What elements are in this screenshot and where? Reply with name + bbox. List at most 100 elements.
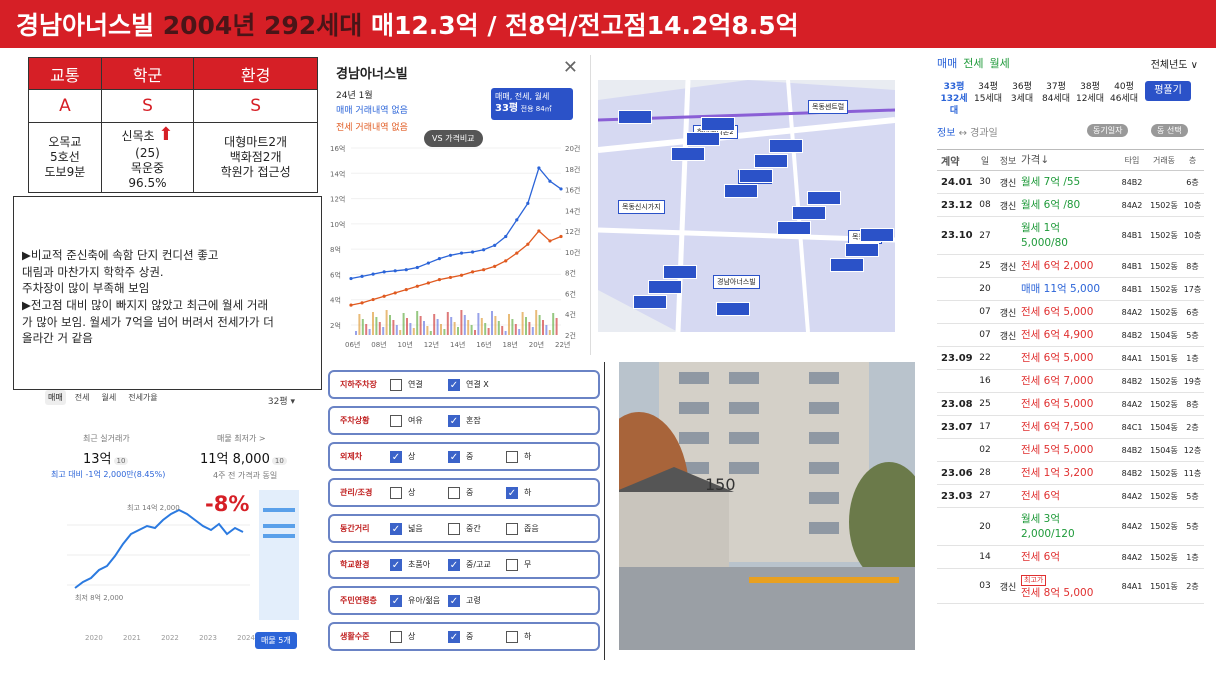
trade-type-select[interactable]: 매매, 전세, 월세 33평 전용 84㎡ <box>491 88 573 120</box>
map-complex-marker[interactable] <box>618 110 652 124</box>
check-option[interactable]: 연결 <box>390 378 448 391</box>
check-option[interactable]: 좁음 <box>506 522 564 535</box>
table-row[interactable]: 23.10 27 월세 1억 5,000/80 84B1 1502동 10층 <box>937 217 1204 255</box>
table-row[interactable]: 25 갱신 전세 6억 2,000 84B1 1502동 8층 <box>937 255 1204 278</box>
close-icon[interactable]: ✕ <box>563 57 578 78</box>
dong-select-pill[interactable]: 동 선택 <box>1151 124 1188 137</box>
map-complex-marker[interactable] <box>792 206 826 220</box>
checkbox[interactable]: ✓ <box>448 594 460 607</box>
listing-count-button[interactable]: 매물 5개 <box>255 632 297 649</box>
checkbox[interactable] <box>506 522 518 535</box>
tab-tx-monthly[interactable]: 월세 <box>990 55 1010 71</box>
tab-tx-sale[interactable]: 매매 <box>937 55 957 71</box>
checkbox[interactable]: ✓ <box>390 522 402 535</box>
table-row[interactable]: 07 갱신 전세 6억 4,900 84B2 1504동 5층 <box>937 324 1204 347</box>
map-complex-marker[interactable] <box>633 295 667 309</box>
pyeong-tab[interactable]: 38평 12세대 <box>1073 81 1107 117</box>
map-complex-marker[interactable] <box>701 117 735 131</box>
check-option[interactable]: ✓ 중 <box>448 450 506 463</box>
check-option[interactable]: 중 <box>448 486 506 499</box>
map-complex-marker[interactable] <box>671 147 705 161</box>
table-row[interactable]: 23.12 08 갱신 월세 6억 /80 84A2 1502동 10층 <box>937 194 1204 217</box>
tab-tx-jeonse[interactable]: 전세 <box>963 55 983 71</box>
check-option[interactable]: 중간 <box>448 522 506 535</box>
pyeong-tab[interactable]: 36평 3세대 <box>1005 81 1039 117</box>
check-option[interactable]: ✓ 넓음 <box>390 522 448 535</box>
map-complex-marker[interactable] <box>648 280 682 294</box>
checkbox[interactable] <box>448 522 460 535</box>
map-complex-marker[interactable] <box>777 221 811 235</box>
checkbox[interactable]: ✓ <box>506 486 518 499</box>
table-row[interactable]: 23.06 28 전세 1억 3,200 84B2 1502동 11층 <box>937 462 1204 485</box>
table-row[interactable]: 23.09 22 전세 6억 5,000 84A1 1501동 1층 <box>937 347 1204 370</box>
table-row[interactable]: 24.01 30 갱신 월세 7억 /55 84B2 6층 <box>937 171 1204 194</box>
tab-jeonse[interactable]: 전세 <box>72 390 93 405</box>
table-row[interactable]: 23.03 27 전세 6억 84A2 1502동 5층 <box>937 485 1204 508</box>
check-option[interactable]: ✓ 고령 <box>448 594 506 607</box>
map-complex-marker[interactable] <box>754 154 788 168</box>
date-filter-pill[interactable]: 동기일자 <box>1087 124 1129 137</box>
check-option[interactable]: 무 <box>506 558 564 571</box>
check-option[interactable]: 하 <box>506 450 564 463</box>
map-complex-marker[interactable] <box>716 302 750 316</box>
map-pin[interactable]: 경남아너스빌 <box>713 275 760 289</box>
listing-label[interactable]: 매물 최저가 > <box>217 433 266 444</box>
checkbox[interactable]: ✓ <box>390 450 402 463</box>
tab-sale[interactable]: 매매 <box>45 390 66 405</box>
check-option[interactable]: ✓ 연결 X <box>448 378 506 391</box>
checkbox[interactable]: ✓ <box>448 558 460 571</box>
pyeong-tab[interactable]: 34평 15세대 <box>971 81 1005 117</box>
check-option[interactable]: ✓ 중 <box>448 630 506 643</box>
checkbox[interactable] <box>390 630 402 643</box>
check-option[interactable]: ✓ 중/고교 <box>448 558 506 571</box>
map-complex-marker[interactable] <box>860 228 894 242</box>
table-row[interactable]: 23.08 25 전세 6억 5,000 84A2 1502동 8층 <box>937 393 1204 416</box>
map-pin[interactable]: 목동센트럴 <box>808 100 849 114</box>
check-option[interactable]: ✓ 상 <box>390 450 448 463</box>
map-complex-marker[interactable] <box>807 191 841 205</box>
location-map[interactable]: 목동센트럴하이페리온2목동대림경남아너스빌목동현대목동신시가지 <box>598 80 895 332</box>
tab-ratio[interactable]: 전세가율 <box>125 390 160 405</box>
pyeong-tab[interactable]: 33평 132세대 <box>937 81 971 117</box>
map-complex-marker[interactable] <box>845 243 879 257</box>
check-option[interactable]: 하 <box>506 630 564 643</box>
check-option[interactable]: 상 <box>390 486 448 499</box>
check-option[interactable]: 여유 <box>390 414 448 427</box>
map-complex-marker[interactable] <box>769 139 803 153</box>
pyeong-tab[interactable]: 37평 84세대 <box>1039 81 1073 117</box>
map-pin[interactable]: 목동신시가지 <box>618 200 665 214</box>
table-row[interactable]: 20 월세 3억 2,000/120 84A2 1502동 5층 <box>937 508 1204 546</box>
table-row[interactable]: 16 전세 6억 7,000 84B2 1502동 19층 <box>937 370 1204 393</box>
checkbox[interactable] <box>506 630 518 643</box>
table-row[interactable]: 07 갱신 전세 6억 5,000 84A2 1502동 6층 <box>937 301 1204 324</box>
check-option[interactable]: 상 <box>390 630 448 643</box>
pyeong-select[interactable]: 32평 ▾ <box>268 394 295 407</box>
map-complex-marker[interactable] <box>830 258 864 272</box>
checkbox[interactable]: ✓ <box>390 594 402 607</box>
table-row[interactable]: 23.07 17 전세 6억 7,500 84C1 1504동 2층 <box>937 416 1204 439</box>
checkbox[interactable]: ✓ <box>390 558 402 571</box>
checkbox[interactable] <box>506 558 518 571</box>
pyeong-tab[interactable]: 40평 46세대 <box>1107 81 1141 117</box>
table-row[interactable]: 20 매매 11억 5,000 84B1 1502동 17층 <box>937 278 1204 301</box>
check-option[interactable]: ✓ 하 <box>506 486 564 499</box>
checkbox[interactable] <box>390 378 402 391</box>
checkbox[interactable]: ✓ <box>448 450 460 463</box>
check-option[interactable]: ✓ 초품아 <box>390 558 448 571</box>
check-option[interactable]: ✓ 유아/젊음 <box>390 594 448 607</box>
map-complex-marker[interactable] <box>739 169 773 183</box>
table-row[interactable]: 02 전세 5억 5,000 84B2 1504동 12층 <box>937 439 1204 462</box>
checkbox[interactable]: ✓ <box>448 630 460 643</box>
map-complex-marker[interactable] <box>686 132 720 146</box>
year-filter[interactable]: 전체년도 ∨ <box>1151 56 1198 71</box>
table-row[interactable]: 03 갱신 최고가 전세 8억 5,000 84A1 1501동 2층 <box>937 569 1204 604</box>
expand-pyeong-button[interactable]: 평풀기 <box>1145 81 1191 101</box>
map-complex-marker[interactable] <box>724 184 758 198</box>
checkbox[interactable] <box>506 450 518 463</box>
checkbox[interactable]: ✓ <box>448 414 460 427</box>
check-option[interactable]: ✓ 혼잡 <box>448 414 506 427</box>
checkbox[interactable] <box>390 414 402 427</box>
checkbox[interactable]: ✓ <box>448 378 460 391</box>
tab-monthly[interactable]: 월세 <box>98 390 119 405</box>
map-complex-marker[interactable] <box>663 265 697 279</box>
